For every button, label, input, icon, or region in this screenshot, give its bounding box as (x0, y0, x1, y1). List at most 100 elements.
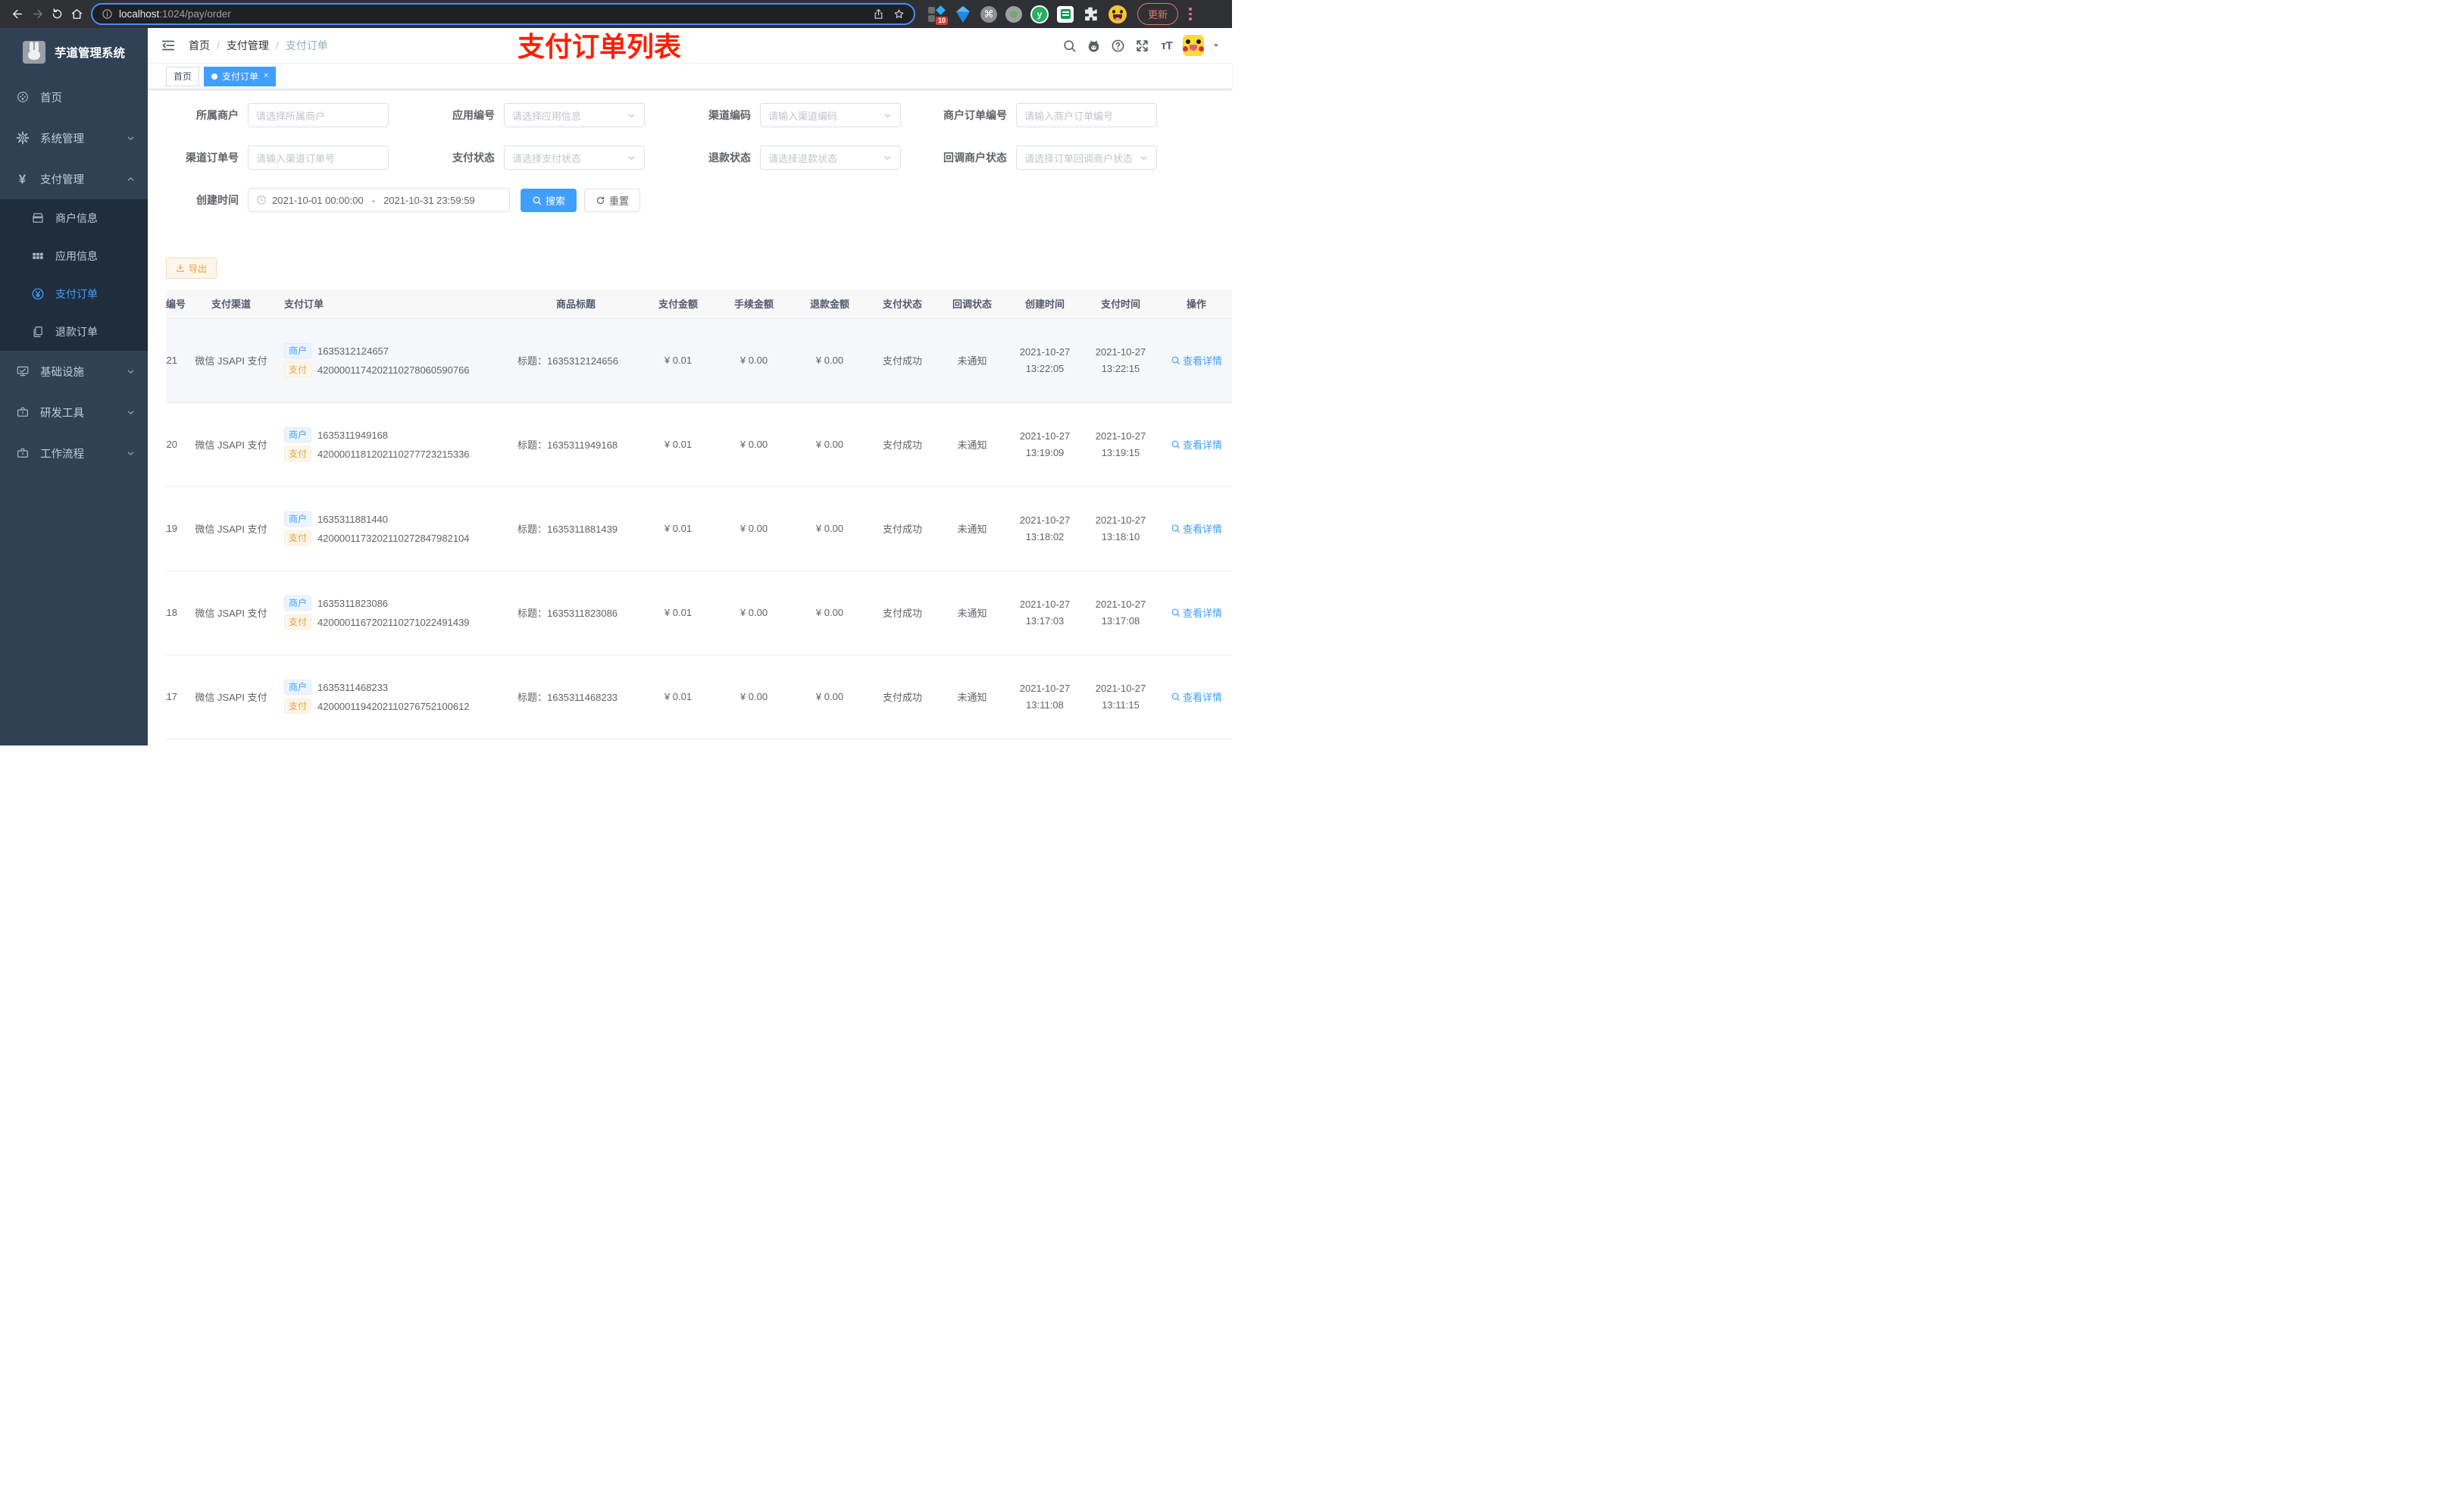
column-header-1: 支付渠道 (186, 289, 277, 319)
cell-id (166, 739, 186, 746)
tab-close-icon[interactable]: × (264, 72, 268, 80)
share-icon[interactable] (873, 8, 884, 20)
gear-icon (15, 131, 30, 145)
callback-status-select[interactable]: 请选择订单回调商户状态 (1016, 145, 1157, 170)
sidebar-item-payment-management[interactable]: ¥ 支付管理 (0, 158, 148, 199)
merchant-tag: 商户 (284, 427, 312, 442)
chevron-down-icon (627, 153, 636, 163)
bookmark-star-icon[interactable] (893, 8, 905, 20)
browser-back-icon[interactable] (8, 5, 27, 24)
browser-forward-icon[interactable] (27, 5, 47, 24)
cell-title: 标题：1635311949168 (511, 402, 640, 487)
sidebar-item-system-management[interactable]: 系统管理 (0, 117, 148, 158)
cell-amount: ¥ 0.01 (640, 402, 716, 487)
app-logo[interactable]: 芋道管理系统 (0, 28, 148, 77)
sidebar-item-infrastructure[interactable]: 基础设施 (0, 351, 148, 392)
avatar-caret-icon[interactable] (1212, 42, 1220, 49)
user-avatar[interactable] (1183, 35, 1204, 56)
app-no-select[interactable]: 请选择应用信息 (504, 103, 645, 127)
view-details-link[interactable]: 查看详情 (1171, 353, 1222, 367)
channel-code-select[interactable]: 请输入渠道编码 (760, 103, 901, 127)
cell-pay-status: 支付成功 (868, 486, 937, 571)
cell-order-numbers: 商户 1635311823086 支付 42000011672021102710224… (277, 570, 511, 655)
clock-icon (256, 195, 267, 205)
view-details-link[interactable]: 查看详情 (1171, 689, 1222, 704)
extensions-puzzle-icon[interactable] (1082, 5, 1100, 23)
cell-create-time (1007, 739, 1083, 746)
sidebar-item-workflow[interactable]: 工作流程 (0, 433, 148, 474)
chevron-up-icon (126, 174, 136, 184)
cell-pay-time: 2021-10-27 13:11:15 (1083, 655, 1159, 739)
extension-blocks-icon[interactable]: 10 (927, 5, 948, 25)
browser-menu-icon[interactable] (1186, 8, 1195, 20)
cell-pay-time: 2021-10-27 13:19:15 (1083, 402, 1159, 487)
font-size-icon[interactable]: тT (1159, 38, 1174, 54)
filter-channel-code: 渠道编码 请输入渠道编码 (678, 103, 901, 127)
cell-pay-time (1083, 739, 1159, 746)
address-bar[interactable]: localhost:1024/pay/order (91, 3, 915, 25)
table-row: 120 微信 JSAPI 支付 商户1635311949168支付4200001… (166, 402, 1232, 487)
tags-view-bar: 首页 支付订单 × (148, 64, 1232, 89)
url-text: localhost:1024/pay/order (119, 8, 231, 20)
help-icon[interactable] (1110, 38, 1126, 54)
chevron-down-icon (627, 111, 636, 120)
view-details-link[interactable]: 查看详情 (1171, 437, 1222, 452)
cell-create-time: 2021-10-27 13:17:03 (1007, 570, 1083, 655)
cell-title (511, 739, 640, 746)
emoji-extension-icon[interactable] (1108, 5, 1127, 23)
chevron-down-icon (126, 133, 136, 143)
column-header-2: 支付订单 (277, 289, 511, 319)
navbar-actions: тT (1062, 35, 1220, 56)
reset-button[interactable]: 重置 (584, 188, 641, 212)
filter-merchant: 所属商户 请选择所属商户 (166, 103, 389, 127)
cell-action (1159, 739, 1232, 746)
merchant-order-no-input[interactable]: 请输入商户订单编号 (1016, 103, 1157, 127)
sidebar-item-payment-orders[interactable]: 支付订单 (0, 275, 148, 313)
filter-row-3: 创建时间 2021-10-01 00:00:00 - 2021-10-31 23… (166, 188, 1232, 212)
view-details-link[interactable]: 查看详情 (1171, 605, 1222, 620)
column-header-7: 支付状态 (868, 289, 937, 319)
sidebar-item-refund-orders[interactable]: 退款订单 (0, 313, 148, 351)
sidebar-collapse-icon[interactable] (160, 37, 177, 54)
grid-icon (30, 249, 45, 264)
breadcrumb-home[interactable]: 首页 (189, 38, 210, 53)
y-extension-icon[interactable]: y (1030, 5, 1049, 23)
sidebar-item-merchant-info[interactable]: 商户信息 (0, 199, 148, 237)
cell-channel: 微信 JSAPI 支付 (186, 402, 277, 487)
chevron-down-icon (883, 153, 893, 163)
placeholder-text: 请选择所属商户 (256, 110, 326, 122)
sidebar-item-app-info[interactable]: 应用信息 (0, 237, 148, 275)
browser-reload-icon[interactable] (47, 5, 67, 24)
create-time-range-picker[interactable]: 2021-10-01 00:00:00 - 2021-10-31 23:59:5… (248, 188, 510, 212)
table-body: 121 微信 JSAPI 支付 商户1635312124657支付4200001… (166, 318, 1232, 746)
dot-extension-icon[interactable] (1005, 6, 1022, 23)
channel-order-no-input[interactable]: 请输入渠道订单号 (248, 145, 389, 170)
filter-pay-status: 支付状态 请选择支付状态 (422, 145, 645, 170)
sidebar-item-dev-tools[interactable]: 研发工具 (0, 392, 148, 433)
pay-tag: 支付 (284, 530, 312, 545)
chevron-down-icon (126, 367, 136, 377)
view-details-link[interactable]: 查看详情 (1171, 521, 1222, 536)
cell-action: 查看详情 (1159, 655, 1232, 739)
browser-home-icon[interactable] (67, 5, 86, 24)
github-icon[interactable] (1086, 38, 1102, 54)
sidebar-item-home[interactable]: 首页 (0, 77, 148, 117)
search-button[interactable]: 搜索 (521, 188, 577, 212)
breadcrumb-payment[interactable]: 支付管理 (227, 38, 269, 53)
export-button[interactable]: 导出 (166, 258, 217, 279)
tab-payment-orders[interactable]: 支付订单 × (204, 66, 277, 86)
fullscreen-icon[interactable] (1134, 38, 1150, 54)
cell-channel: 微信 JSAPI 支付 (186, 318, 277, 403)
refund-status-select[interactable]: 请选择退款状态 (760, 145, 901, 170)
table-row: 117 微信 JSAPI 支付 商户1635311468233支付4200001… (166, 655, 1232, 739)
kite-extension-icon[interactable] (954, 5, 972, 23)
merchant-input[interactable]: 请选择所属商户 (248, 103, 389, 127)
search-icon[interactable] (1062, 38, 1077, 54)
browser-update-button[interactable]: 更新 (1137, 3, 1179, 25)
cell-order-numbers: 商户 1635311881440 支付 42000011732021102728479… (277, 486, 511, 571)
command-extension-icon[interactable]: ⌘ (980, 6, 997, 23)
pay-status-select[interactable]: 请选择支付状态 (504, 145, 645, 170)
site-info-icon[interactable] (102, 8, 113, 20)
tab-home[interactable]: 首页 (166, 66, 200, 86)
chat-extension-icon[interactable] (1057, 5, 1074, 23)
